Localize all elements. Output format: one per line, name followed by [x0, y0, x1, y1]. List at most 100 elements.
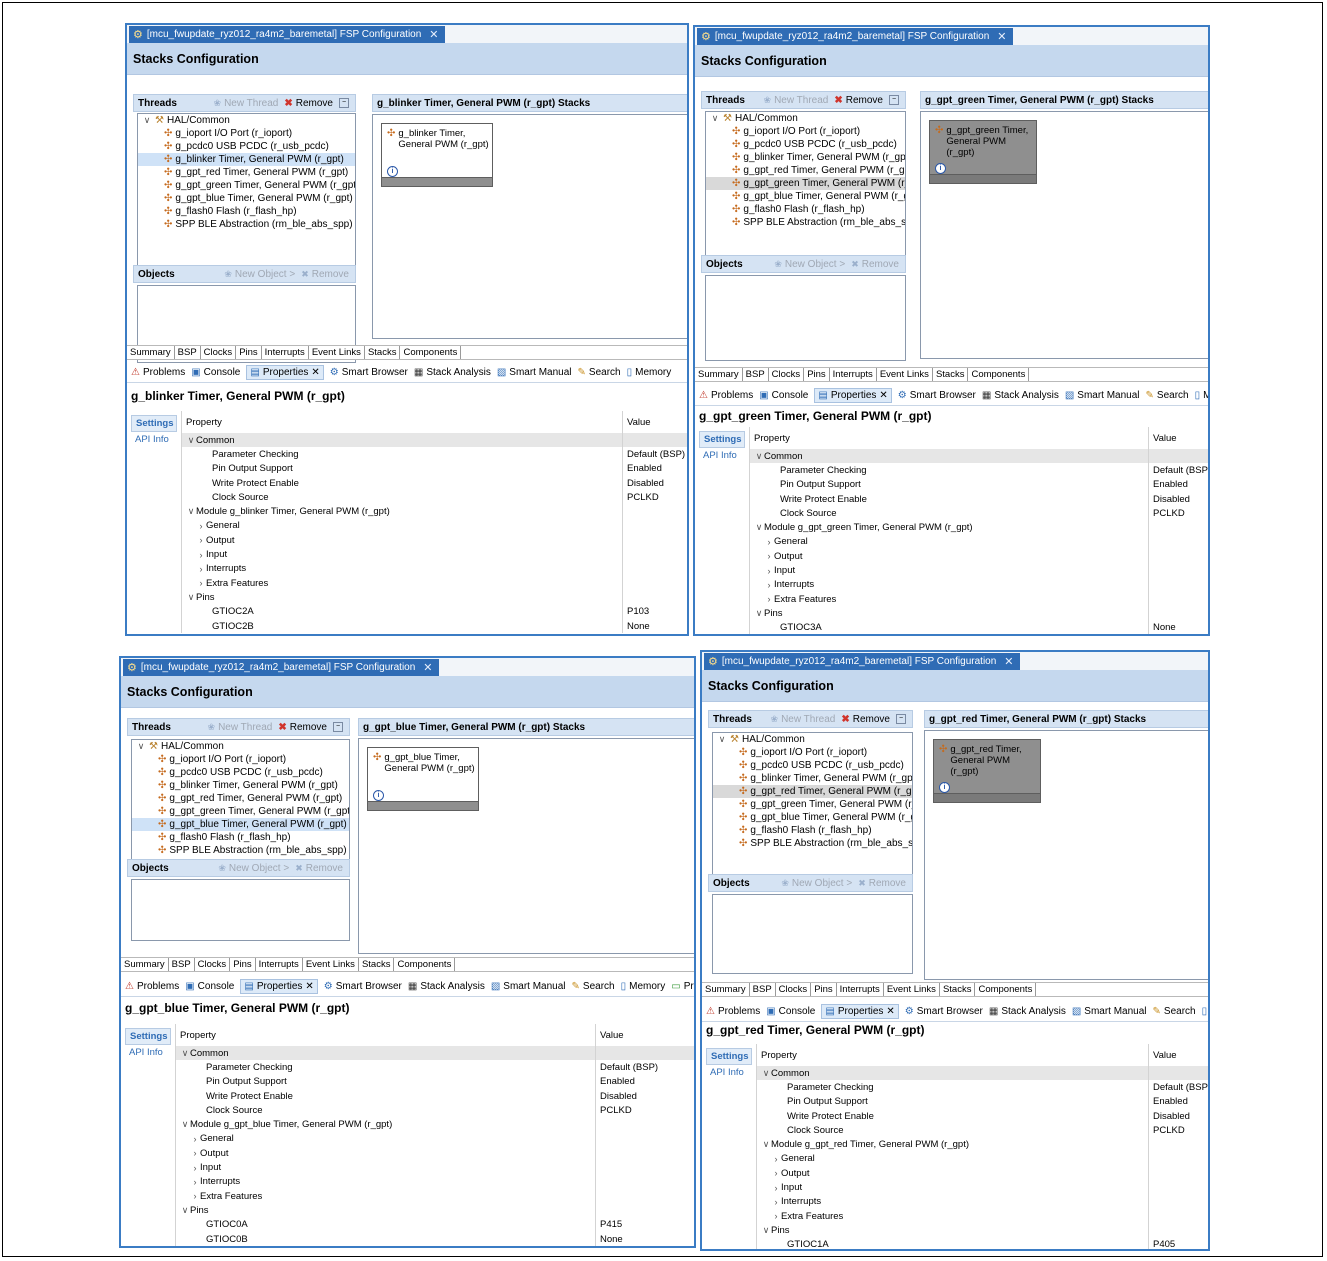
page-tab-clocks[interactable]: Clocks [195, 958, 231, 971]
new-thread-button[interactable]: ❀ New Thread [208, 722, 273, 733]
chevron-down-icon[interactable]: ∨ [754, 608, 764, 619]
stack-module-block[interactable]: ✣ g_gpt_red Timer, General PWM (r_gpt) i [933, 739, 1041, 803]
tree-item-module[interactable]: ✣ g_blinker Timer, General PWM (r_gpt) [713, 772, 912, 785]
tree-item-hal-common[interactable]: ∨ ⚒ HAL/Common [706, 112, 905, 125]
collapse-all-icon[interactable]: − [339, 98, 349, 108]
view-tab-memory[interactable]: ▯Memory [621, 981, 666, 992]
threads-tree[interactable]: ∨ ⚒ HAL/Common ✣ g_ioport I/O Port (r_ioport… [131, 739, 350, 870]
chevron-down-icon[interactable]: ∨ [761, 1068, 771, 1079]
tree-item-module[interactable]: ✣ SPP BLE Abstraction (rm_ble_abs_spp) [132, 844, 349, 857]
chevron-right-icon[interactable]: › [196, 578, 206, 588]
subgroup-extra-features[interactable]: › Extra Features [757, 1208, 1208, 1224]
tree-item-hal-common[interactable]: ∨ ⚒ HAL/Common [138, 114, 355, 127]
subgroup-output[interactable]: › Output [176, 1146, 694, 1161]
view-tab-console[interactable]: ▣ Console [759, 390, 808, 401]
page-tab-event-links[interactable]: Event Links [877, 368, 933, 381]
view-tab-smart-browser[interactable]: ⚙ Smart Browser [905, 1006, 983, 1017]
tree-item-module[interactable]: ✣ g_pcdc0 USB PCDC (r_usb_pcdc) [138, 140, 355, 153]
chevron-down-icon[interactable]: ∨ [142, 115, 152, 126]
page-tab-components[interactable]: Components [968, 368, 1030, 381]
property-row[interactable]: Clock Source PCLKD [757, 1123, 1208, 1138]
close-icon[interactable]: ✕ [311, 367, 319, 378]
property-row[interactable]: Pin Output Support Enabled [182, 461, 687, 476]
chevron-down-icon[interactable]: ∨ [180, 1119, 190, 1130]
tree-item-module[interactable]: ✣ g_gpt_blue Timer, General PWM (r_gpt) [713, 811, 912, 824]
page-tab-event-links[interactable]: Event Links [884, 983, 940, 996]
view-tab-memory[interactable]: ▯Memory [1195, 390, 1208, 401]
remove-thread-button[interactable]: ✖ Remove [278, 722, 327, 733]
stacks-canvas[interactable]: ✣ g_gpt_blue Timer, General PWM (r_gpt) i [358, 738, 694, 954]
group-common[interactable]: ∨ Common [182, 433, 687, 448]
settings-tab[interactable]: Settings [699, 431, 745, 448]
subgroup-general[interactable]: › General [750, 534, 1208, 550]
page-tab-stacks[interactable]: Stacks [358, 958, 395, 971]
editor-tab[interactable]: ⚙ [mcu_fwupdate_ryz012_ra4m2_baremetal] F… [123, 659, 439, 676]
chevron-down-icon[interactable]: ∨ [761, 1139, 771, 1150]
chevron-down-icon[interactable]: ∨ [761, 1225, 771, 1236]
tree-item-module[interactable]: ✣ g_blinker Timer, General PWM (r_gpt) [138, 153, 355, 166]
subgroup-extra-features[interactable]: › Extra Features [176, 1188, 694, 1204]
settings-tab[interactable]: Settings [131, 415, 177, 432]
page-tab-summary[interactable]: Summary [702, 983, 750, 996]
tree-item-module[interactable]: ✣ g_pcdc0 USB PCDC (r_usb_pcdc) [713, 759, 912, 772]
page-tab-pins[interactable]: Pins [804, 368, 830, 381]
chevron-right-icon[interactable]: › [764, 551, 774, 561]
chevron-right-icon[interactable]: › [771, 1154, 781, 1164]
group-module[interactable]: ∨ Module g_gpt_green Timer, General PWM (… [750, 520, 1208, 535]
chevron-down-icon[interactable]: ∨ [710, 113, 720, 124]
close-icon[interactable]: ✕ [997, 30, 1006, 43]
page-tab-stacks[interactable]: Stacks [939, 983, 976, 996]
tree-item-module[interactable]: ✣ g_blinker Timer, General PWM (r_gpt) [706, 151, 905, 164]
view-tab-pro[interactable]: ▭Pro [671, 981, 694, 992]
group-module[interactable]: ∨ Module g_gpt_red Timer, General PWM (r_… [757, 1137, 1208, 1152]
page-tab-interrupts[interactable]: Interrupts [256, 958, 303, 971]
chevron-down-icon[interactable]: ∨ [717, 734, 727, 745]
view-tab-stack-analysis[interactable]: ▦ Stack Analysis [414, 367, 491, 378]
chevron-down-icon[interactable]: ∨ [180, 1048, 190, 1059]
tree-item-module[interactable]: ✣ g_ioport I/O Port (r_ioport) [706, 125, 905, 138]
page-tab-pins[interactable]: Pins [230, 958, 256, 971]
api-info-tab[interactable]: API Info [125, 1045, 171, 1060]
tree-item-module[interactable]: ✣ g_flash0 Flash (r_flash_hp) [132, 831, 349, 844]
chevron-right-icon[interactable]: › [190, 1163, 200, 1173]
remove-object-button[interactable]: ✖ Remove [301, 269, 349, 280]
tree-item-module[interactable]: ✣ g_pcdc0 USB PCDC (r_usb_pcdc) [132, 766, 349, 779]
chevron-right-icon[interactable]: › [190, 1134, 200, 1144]
subgroup-interrupts[interactable]: › Interrupts [176, 1174, 694, 1189]
api-info-tab[interactable]: API Info [706, 1065, 752, 1080]
page-tab-bsp[interactable]: BSP [750, 983, 776, 996]
group-module[interactable]: ∨ Module g_gpt_blue Timer, General PWM (r… [176, 1117, 694, 1132]
subgroup-general[interactable]: › General [757, 1151, 1208, 1167]
subgroup-input[interactable]: › Input [176, 1160, 694, 1175]
property-row[interactable]: Clock Source PCLKD [750, 506, 1208, 521]
property-row[interactable]: Clock Source PCLKD [176, 1103, 694, 1118]
close-icon[interactable]: ✕ [305, 981, 313, 992]
chevron-down-icon[interactable]: ∨ [754, 451, 764, 462]
view-tab-smart-manual[interactable]: ▧ Smart Manual [1065, 390, 1140, 401]
new-thread-button[interactable]: ❀ New Thread [771, 714, 836, 725]
pin-row[interactable]: GTIOC3BP404 [750, 635, 1208, 636]
settings-tab[interactable]: Settings [125, 1028, 171, 1045]
tree-item-module[interactable]: ✣ SPP BLE Abstraction (rm_ble_abs_spp) [706, 216, 905, 229]
page-tab-bsp[interactable]: BSP [169, 958, 195, 971]
view-tab-properties[interactable]: ▤ Properties ✕ [814, 388, 892, 403]
remove-object-button[interactable]: ✖ Remove [851, 259, 899, 270]
editor-tab[interactable]: ⚙ [mcu_fwupdate_ryz012_ra4m2_baremetal] F… [129, 26, 445, 43]
view-tab-search[interactable]: ✎ Search [572, 981, 615, 992]
info-icon[interactable]: i [939, 782, 950, 793]
property-row[interactable]: Write Protect Enable Disabled [750, 491, 1208, 507]
page-tab-stacks[interactable]: Stacks [364, 346, 401, 359]
view-tab-smart-browser[interactable]: ⚙ Smart Browser [324, 981, 402, 992]
group-pins[interactable]: ∨ Pins [757, 1223, 1208, 1238]
view-tab-properties[interactable]: ▤ Properties ✕ [246, 365, 324, 380]
subgroup-interrupts[interactable]: › Interrupts [750, 577, 1208, 592]
chevron-down-icon[interactable]: ∨ [136, 741, 146, 752]
remove-thread-button[interactable]: ✖ Remove [284, 98, 333, 109]
stack-module-block[interactable]: ✣ g_blinker Timer, General PWM (r_gpt) i [381, 123, 493, 187]
new-object-button[interactable]: ❀ New Object > [218, 863, 289, 874]
remove-thread-button[interactable]: ✖ Remove [834, 95, 883, 106]
view-tab-problems[interactable]: ⚠ Problems [706, 1006, 760, 1017]
pin-row[interactable]: GTIOC2B None [182, 618, 687, 634]
api-info-tab[interactable]: API Info [131, 432, 177, 447]
remove-object-button[interactable]: ✖ Remove [858, 878, 906, 889]
